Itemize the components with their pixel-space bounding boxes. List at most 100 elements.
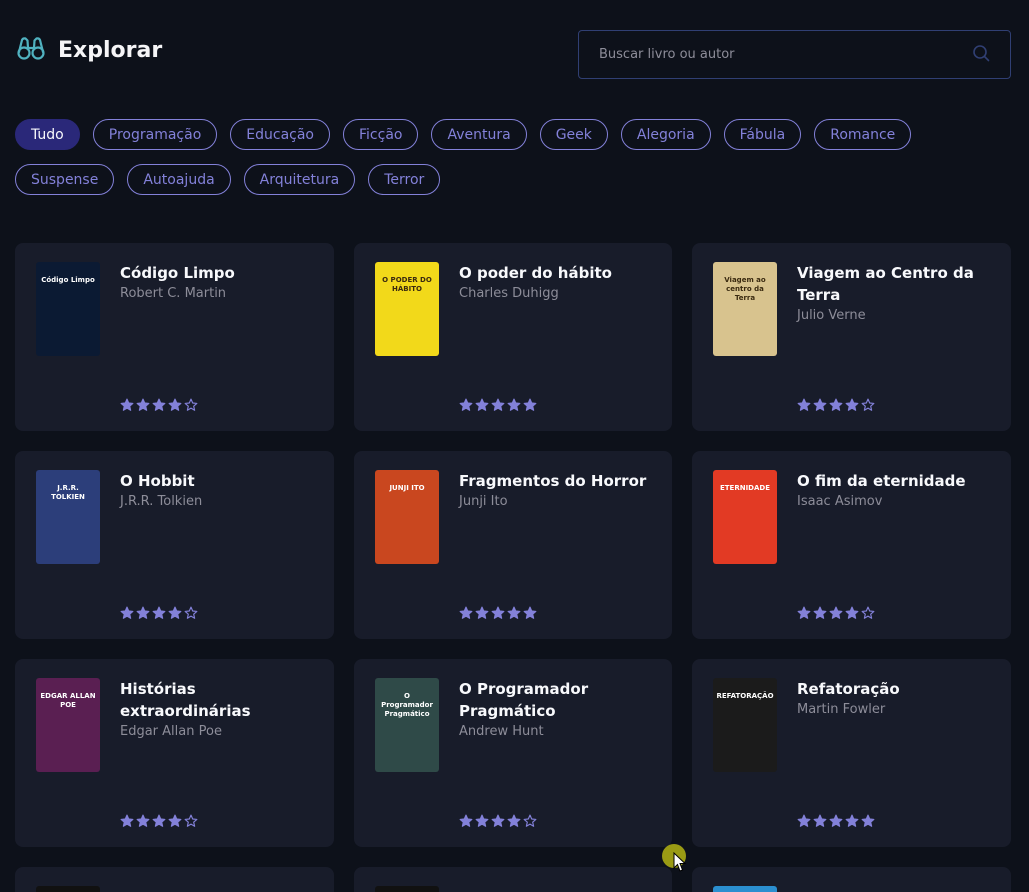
star-filled-icon	[136, 398, 150, 411]
rating-stars	[797, 606, 875, 620]
book-grid: Código Limpo Código Limpo Robert C. Martin…	[15, 243, 1011, 892]
tag-ficcao[interactable]: Ficção	[343, 119, 419, 150]
star-filled-icon	[120, 398, 134, 411]
book-title: Fragmentos do Horror	[459, 472, 647, 490]
tag-terror[interactable]: Terror	[368, 164, 441, 195]
book-info: O Programador Pragmático Andrew Hunt	[459, 678, 656, 742]
star-filled-icon	[507, 814, 521, 827]
rating-stars	[120, 398, 198, 412]
book-info: Código Limpo Robert C. Martin	[120, 262, 318, 304]
star-filled-icon	[491, 398, 505, 411]
star-filled-icon	[813, 814, 827, 827]
tag-fabula[interactable]: Fábula	[723, 119, 802, 150]
book-card[interactable]: O Programador Pragmático O Programador Pr…	[354, 659, 672, 847]
book-author: Junji Ito	[459, 494, 508, 509]
book-title: Histórias extraordinárias	[120, 680, 251, 720]
tag-romance[interactable]: Romance	[814, 119, 912, 150]
star-filled-icon	[152, 606, 166, 619]
book-author: Isaac Asimov	[797, 494, 883, 509]
tag-tudo[interactable]: Tudo	[15, 119, 80, 150]
search-box[interactable]	[578, 30, 1011, 79]
star-filled-icon	[829, 606, 843, 619]
book-cover-text: O PODER DO HÁBITO	[382, 276, 432, 293]
book-cover-text: REFATORAÇÃO	[716, 692, 774, 700]
tag-arquitetura[interactable]: Arquitetura	[243, 164, 356, 195]
book-card[interactable]: O PODER DO HÁBITO O poder do hábito Charle…	[354, 243, 672, 431]
book-card[interactable]: EDGAR ALLAN POE Histórias extraordinárias…	[15, 659, 334, 847]
search-icon[interactable]	[972, 44, 990, 66]
star-filled-icon	[475, 814, 489, 827]
star-filled-icon	[459, 606, 473, 619]
book-info: Viagem ao Centro da Terra Julio Verne	[797, 262, 995, 326]
star-empty-icon	[184, 398, 198, 411]
star-filled-icon	[459, 814, 473, 827]
book-card[interactable]: REFATORAÇÃO Refatoração Martin Fowler	[692, 659, 1011, 847]
book-cover: O Programador Pragmático	[375, 678, 439, 772]
book-card[interactable]: ETERNIDADE O fim da eternidade Isaac Asimo…	[692, 451, 1011, 639]
book-card[interactable]: Viagem ao centro da Terra Viagem ao Centr…	[692, 243, 1011, 431]
book-info: Histórias extraordinárias Edgar Allan Poe	[120, 678, 318, 742]
book-author: Julio Verne	[797, 308, 866, 323]
star-filled-icon	[523, 398, 537, 411]
tag-autoajuda[interactable]: Autoajuda	[127, 164, 231, 195]
star-empty-icon	[184, 814, 198, 827]
star-filled-icon	[797, 814, 811, 827]
book-cover: REFATORAÇÃO	[713, 678, 777, 772]
book-info: Fragmentos do Horror Junji Ito	[459, 470, 656, 512]
star-filled-icon	[152, 814, 166, 827]
book-cover	[713, 886, 777, 892]
star-filled-icon	[152, 398, 166, 411]
book-author: Edgar Allan Poe	[120, 724, 222, 739]
star-filled-icon	[168, 398, 182, 411]
star-filled-icon	[845, 814, 859, 827]
header: Explorar	[16, 30, 1011, 80]
book-author: J.R.R. Tolkien	[120, 494, 203, 509]
book-cover: Código Limpo	[36, 262, 100, 356]
book-title: Código Limpo	[120, 264, 235, 282]
star-filled-icon	[845, 606, 859, 619]
page-title: Explorar	[58, 37, 163, 63]
book-info: O Hobbit J.R.R. Tolkien	[120, 470, 318, 512]
star-filled-icon	[797, 606, 811, 619]
book-card[interactable]: Código Limpo Código Limpo Robert C. Martin	[15, 243, 334, 431]
star-filled-icon	[168, 606, 182, 619]
star-filled-icon	[861, 814, 875, 827]
book-cover-text: JUNJI ITO	[389, 484, 425, 492]
book-author: Charles Duhigg	[459, 286, 559, 301]
rating-stars	[797, 814, 875, 828]
book-author: Martin Fowler	[797, 702, 886, 717]
page-heading: Explorar	[16, 34, 162, 66]
book-card[interactable]: J.R.R. TOLKIEN O Hobbit J.R.R. Tolkien	[15, 451, 334, 639]
star-filled-icon	[829, 814, 843, 827]
book-cover	[375, 886, 439, 892]
book-title: O Programador Pragmático	[459, 680, 589, 720]
tag-alegoria[interactable]: Alegoria	[620, 119, 711, 150]
book-cover-text: Código Limpo	[41, 276, 95, 284]
star-filled-icon	[136, 606, 150, 619]
star-empty-icon	[861, 398, 875, 411]
book-card[interactable]	[354, 867, 672, 892]
book-card[interactable]: JUNJI ITO Fragmentos do Horror Junji Ito	[354, 451, 672, 639]
star-filled-icon	[475, 398, 489, 411]
book-cover-text: EDGAR ALLAN POE	[40, 692, 96, 709]
star-empty-icon	[184, 606, 198, 619]
tag-educacao[interactable]: Educação	[230, 119, 330, 150]
tag-aventura[interactable]: Aventura	[431, 119, 527, 150]
star-empty-icon	[861, 606, 875, 619]
book-title: Refatoração	[797, 680, 900, 698]
book-card[interactable]	[692, 867, 1011, 892]
tag-programacao[interactable]: Programação	[92, 119, 218, 150]
star-filled-icon	[475, 606, 489, 619]
book-title: O Hobbit	[120, 472, 195, 490]
book-title: O fim da eternidade	[797, 472, 966, 490]
rating-stars	[459, 398, 537, 412]
tag-suspense[interactable]: Suspense	[15, 164, 115, 195]
book-cover-text: O Programador Pragmático	[381, 692, 433, 718]
book-card[interactable]	[15, 867, 334, 892]
star-filled-icon	[491, 606, 505, 619]
search-input[interactable]	[599, 47, 972, 62]
category-tags: Tudo Programação Educação Ficção Aventura Gee…	[15, 119, 975, 195]
book-cover: ETERNIDADE	[713, 470, 777, 564]
tag-geek[interactable]: Geek	[539, 119, 608, 150]
book-cover-text: J.R.R. TOLKIEN	[51, 484, 85, 501]
